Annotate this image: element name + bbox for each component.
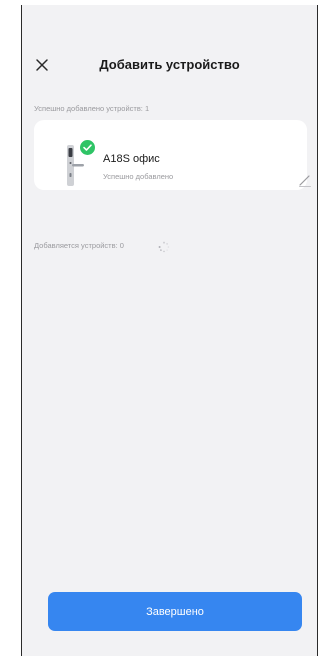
adding-devices-label: Добавляется устройств: 0 xyxy=(34,241,124,250)
page-title: Добавить устройство xyxy=(99,57,240,72)
check-circle-icon xyxy=(80,140,95,155)
pencil-icon[interactable] xyxy=(297,172,313,188)
device-card[interactable]: A18S офис Успешно добавлено xyxy=(34,120,311,190)
added-devices-label: Успешно добавлено устройств: 1 xyxy=(34,104,150,113)
loading-spinner-icon xyxy=(158,240,170,253)
app-screen: Добавить устройство Успешно добавлено ус… xyxy=(21,5,318,656)
device-name: A18S офис xyxy=(103,153,160,165)
done-button[interactable]: Завершено xyxy=(48,592,302,631)
device-status: Успешно добавлено xyxy=(103,172,174,181)
header: Добавить устройство xyxy=(22,49,317,81)
